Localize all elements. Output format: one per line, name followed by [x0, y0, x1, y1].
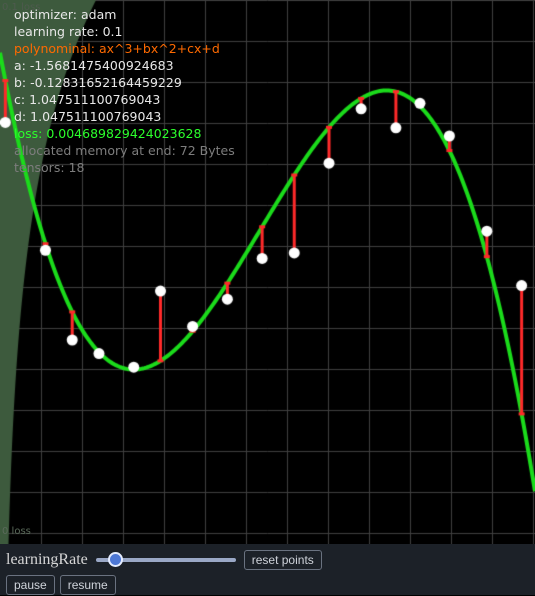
reset-points-button[interactable]: reset points [244, 550, 322, 570]
info-optimizer: optimizer: adam [14, 6, 235, 23]
info-c: c: 1.047511100769043 [14, 91, 235, 108]
info-tensors: tensors: 18 [14, 159, 235, 176]
resume-button[interactable]: resume [60, 575, 116, 595]
info-polynomial: polynominal: ax^3+bx^2+cx+d [14, 40, 235, 57]
info-a: a: -1.5681475400924683 [14, 57, 235, 74]
learning-rate-label: learningRate [6, 551, 88, 569]
info-memory: allocated memory at end: 72 Bytes [14, 142, 235, 159]
info-d: d: 1.047511100769043 [14, 108, 235, 125]
info-loss: loss: 0.004689829424023628 [14, 125, 235, 142]
loss-axis-bottom: 0 loss [2, 526, 31, 537]
controls-panel: learningRate reset points pause resume [0, 544, 535, 595]
info-learning-rate: learning rate: 0.1 [14, 23, 235, 40]
learning-rate-slider[interactable] [96, 558, 236, 562]
pause-button[interactable]: pause [6, 575, 55, 595]
info-b: b: -0.12831652164459229 [14, 74, 235, 91]
chart-stage: 0.1 loss 0 loss optimizer: adam learning… [0, 0, 535, 544]
info-panel: optimizer: adam learning rate: 0.1 polyn… [14, 6, 235, 176]
